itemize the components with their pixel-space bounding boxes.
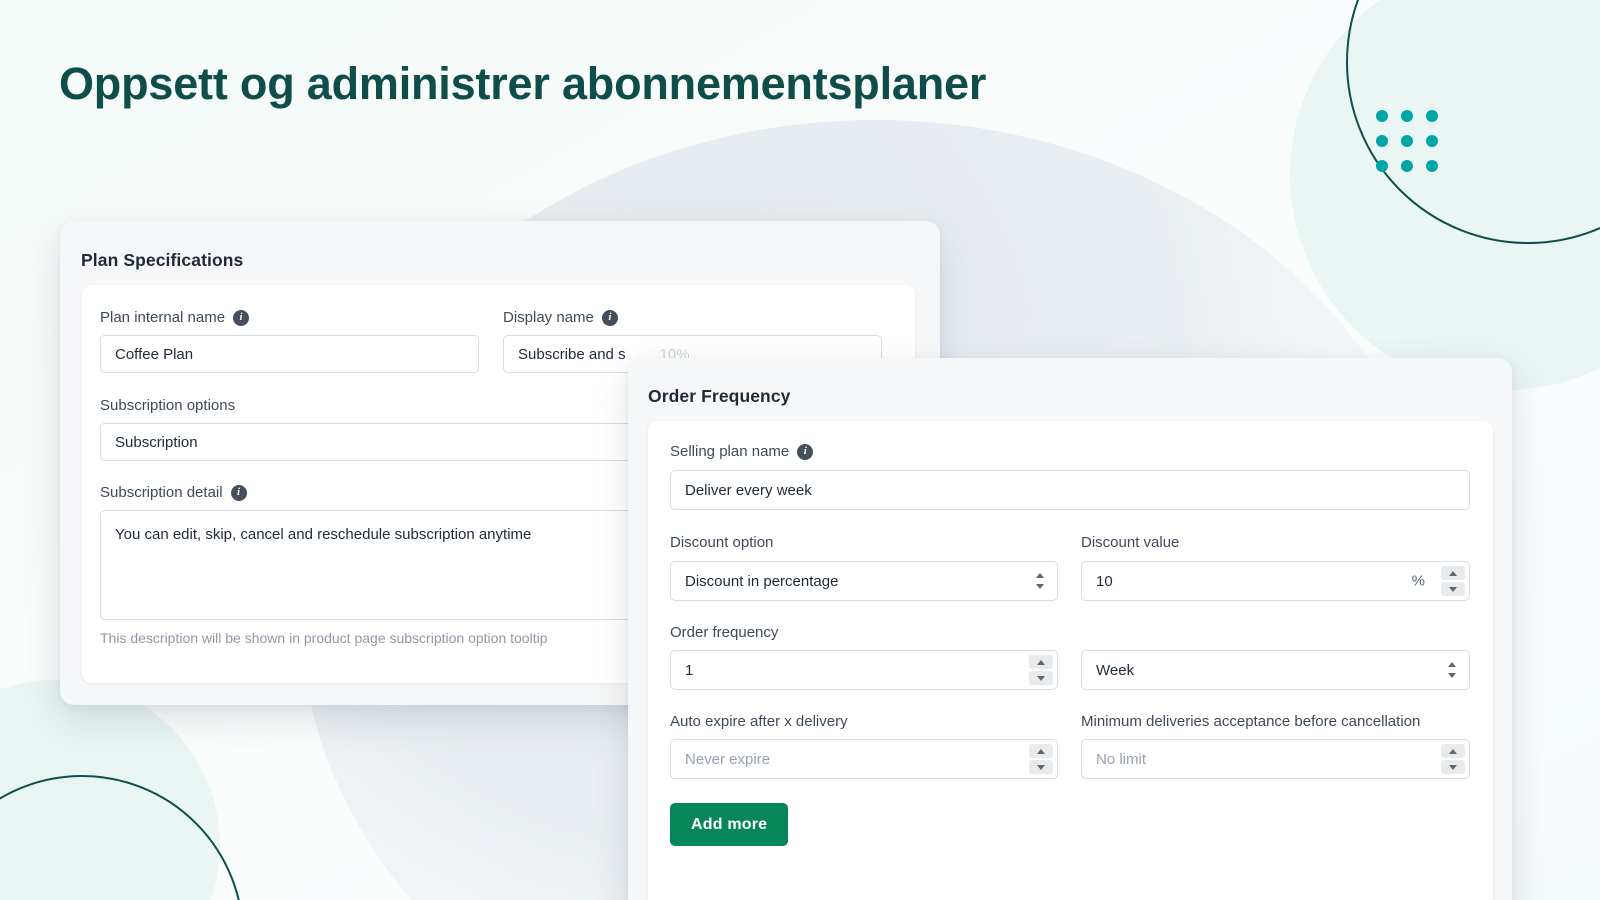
plan-internal-name-value: Coffee Plan (115, 345, 194, 363)
display-name-label: Display name i (503, 309, 618, 326)
order-frequency-label: Order frequency (670, 624, 778, 641)
plan-internal-name-label: Plan internal name i (100, 309, 250, 326)
percent-suffix: % (1411, 572, 1425, 590)
subscription-detail-label-text: Subscription detail (100, 484, 223, 501)
plan-specifications-title: Plan Specifications (81, 250, 244, 270)
order-frequency-title: Order Frequency (648, 386, 791, 406)
chevron-updown-icon[interactable] (1447, 662, 1456, 678)
auto-expire-input[interactable]: Never expire (670, 739, 1058, 779)
frequency-unit-select[interactable]: Week (1081, 650, 1470, 690)
add-more-button[interactable]: Add more (670, 803, 789, 846)
order-frequency-label-text: Order frequency (670, 624, 779, 641)
order-frequency-stepper[interactable] (1026, 652, 1056, 688)
stepper-down-icon[interactable] (1029, 671, 1053, 685)
chevron-updown-icon[interactable] (1035, 573, 1044, 589)
minimum-deliveries-label-text: Minimum deliveries acceptance before can… (1081, 713, 1421, 730)
discount-value-label-text: Discount value (1081, 534, 1180, 551)
auto-expire-placeholder: Never expire (685, 750, 771, 768)
discount-option-select[interactable]: Discount in percentage (670, 561, 1058, 601)
stepper-up-icon[interactable] (1029, 744, 1053, 758)
info-icon[interactable]: i (797, 443, 814, 460)
selling-plan-name-label: Selling plan name i (670, 443, 814, 460)
order-frequency-card: Order Frequency Selling plan name i Deli… (628, 358, 1512, 900)
discount-option-label: Discount option (670, 534, 773, 551)
plan-internal-name-input[interactable]: Coffee Plan (100, 335, 479, 373)
info-icon[interactable]: i (601, 309, 618, 326)
display-name-value: Subscribe and s (518, 345, 626, 363)
order-frequency-input[interactable]: 1 (670, 650, 1058, 690)
discount-value-stepper[interactable] (1438, 563, 1468, 599)
subscription-options-label: Subscription options (100, 397, 235, 414)
stepper-down-icon[interactable] (1029, 760, 1053, 774)
frequency-unit-value: Week (1096, 661, 1135, 679)
subscription-detail-value: You can edit, skip, cancel and reschedul… (115, 526, 532, 543)
discount-value-value: 10 (1096, 572, 1113, 590)
plan-internal-name-label-text: Plan internal name (100, 309, 226, 326)
stepper-down-icon[interactable] (1441, 582, 1465, 596)
minimum-deliveries-input[interactable]: No limit (1081, 739, 1470, 779)
selling-plan-name-input[interactable]: Deliver every week (670, 470, 1470, 510)
order-frequency-value: 1 (685, 661, 694, 679)
stepper-down-icon[interactable] (1441, 760, 1465, 774)
auto-expire-stepper[interactable] (1026, 741, 1056, 777)
minimum-deliveries-placeholder: No limit (1096, 750, 1147, 768)
subscription-detail-label: Subscription detail i (100, 484, 247, 501)
discount-value-label: Discount value (1081, 534, 1179, 551)
discount-option-value: Discount in percentage (685, 572, 839, 590)
minimum-deliveries-stepper[interactable] (1438, 741, 1468, 777)
dot-grid-icon (1376, 110, 1438, 172)
info-icon[interactable]: i (233, 309, 250, 326)
selling-plan-name-label-text: Selling plan name (670, 443, 790, 460)
stepper-up-icon[interactable] (1441, 566, 1465, 580)
page-title: Oppsett og administrer abonnementsplaner (59, 58, 987, 109)
minimum-deliveries-label: Minimum deliveries acceptance before can… (1081, 713, 1420, 730)
stepper-up-icon[interactable] (1441, 744, 1465, 758)
discount-option-label-text: Discount option (670, 534, 774, 551)
info-icon[interactable]: i (230, 484, 247, 501)
auto-expire-label-text: Auto expire after x delivery (670, 713, 848, 730)
selling-plan-name-value: Deliver every week (685, 481, 812, 499)
order-frequency-body: Selling plan name i Deliver every week D… (648, 421, 1493, 900)
subscription-options-value: Subscription (115, 433, 198, 451)
subscription-detail-helper-text: This description will be shown in produc… (100, 630, 548, 646)
discount-value-input[interactable]: 10 % (1081, 561, 1470, 601)
page-canvas: Oppsett og administrer abonnementsplaner… (0, 0, 1600, 900)
subscription-options-label-text: Subscription options (100, 397, 236, 414)
stepper-up-icon[interactable] (1029, 655, 1053, 669)
auto-expire-label: Auto expire after x delivery (670, 713, 848, 730)
display-name-label-text: Display name (503, 309, 594, 326)
